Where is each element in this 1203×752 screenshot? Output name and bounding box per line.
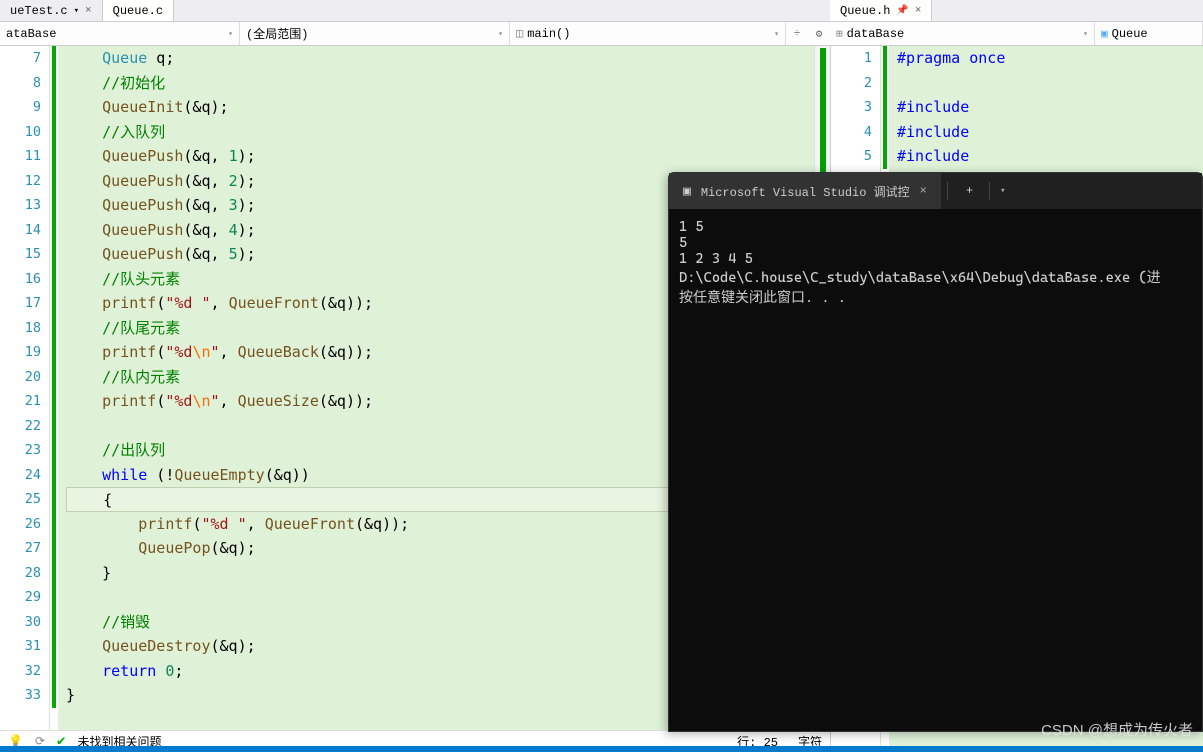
console-tab[interactable]: ▣ Microsoft Visual Studio 调试控 × — [669, 173, 941, 209]
nav-right-project-combo[interactable]: ⊞ dataBase — [830, 22, 1095, 45]
pin-icon[interactable]: 📌 — [896, 5, 908, 17]
tab-label: ueTest.c — [10, 4, 68, 18]
tab-queue-c[interactable]: Queue.c — [103, 0, 174, 21]
tab-queue-h[interactable]: Queue.h 📌 × — [830, 0, 932, 21]
close-icon[interactable]: × — [915, 5, 922, 17]
console-output[interactable]: 1 5 5 1 2 3 4 5 D:\Code\C.house\C_study\… — [669, 209, 1202, 731]
nav-label: main() — [527, 27, 570, 41]
watermark: CSDN @想成为传火者 — [1041, 719, 1193, 740]
nav-label: (全局范围) — [246, 25, 308, 42]
nav-settings-button[interactable]: ⚙ — [808, 22, 830, 45]
tab-uetest[interactable]: ueTest.c ▾ × — [0, 0, 103, 21]
console-titlebar[interactable]: ▣ Microsoft Visual Studio 调试控 × + ▾ — [669, 173, 1202, 209]
line-gutter: 7891011121314151617181920212223242526272… — [0, 46, 50, 730]
nav-split-button[interactable]: ÷ — [786, 22, 808, 45]
new-tab-button[interactable]: + — [954, 184, 985, 198]
chevron-down-icon — [228, 29, 233, 39]
chevron-down-icon — [498, 29, 503, 39]
nav-project-combo[interactable]: ataBase — [0, 22, 240, 45]
nav-label: ataBase — [6, 27, 56, 41]
nav-label: Queue — [1112, 27, 1148, 41]
nav-function-combo[interactable]: ◫ main() — [510, 22, 786, 45]
chevron-down-icon — [774, 29, 779, 39]
nav-scope-combo[interactable]: (全局范围) — [240, 22, 510, 45]
tab-bar: ueTest.c ▾ × Queue.c Queue.h 📌 × — [0, 0, 1203, 22]
nav-label: dataBase — [847, 27, 905, 41]
cube-icon: ◫ — [516, 26, 523, 41]
bottom-status-strip — [0, 746, 1203, 752]
close-icon[interactable]: × — [920, 184, 927, 198]
dropdown-icon[interactable]: ▾ — [74, 6, 79, 16]
debug-console-window[interactable]: ▣ Microsoft Visual Studio 调试控 × + ▾ 1 5 … — [668, 172, 1203, 732]
console-title: Microsoft Visual Studio 调试控 — [701, 183, 910, 200]
chevron-down-icon[interactable]: ▾ — [994, 186, 1011, 196]
chevron-down-icon — [1083, 29, 1088, 39]
tab-label: Queue.h — [840, 4, 890, 18]
tab-label: Queue.c — [113, 4, 163, 18]
change-marker — [50, 46, 58, 730]
nav-right-struct-combo[interactable]: ▣ Queue — [1095, 22, 1203, 45]
close-icon[interactable]: × — [85, 5, 92, 17]
box-icon: ⊞ — [836, 27, 843, 41]
nav-bar: ataBase (全局范围) ◫ main() ÷ ⚙ ⊞ dataBase ▣… — [0, 22, 1203, 46]
terminal-icon: ▣ — [683, 184, 691, 199]
struct-icon: ▣ — [1101, 27, 1108, 41]
